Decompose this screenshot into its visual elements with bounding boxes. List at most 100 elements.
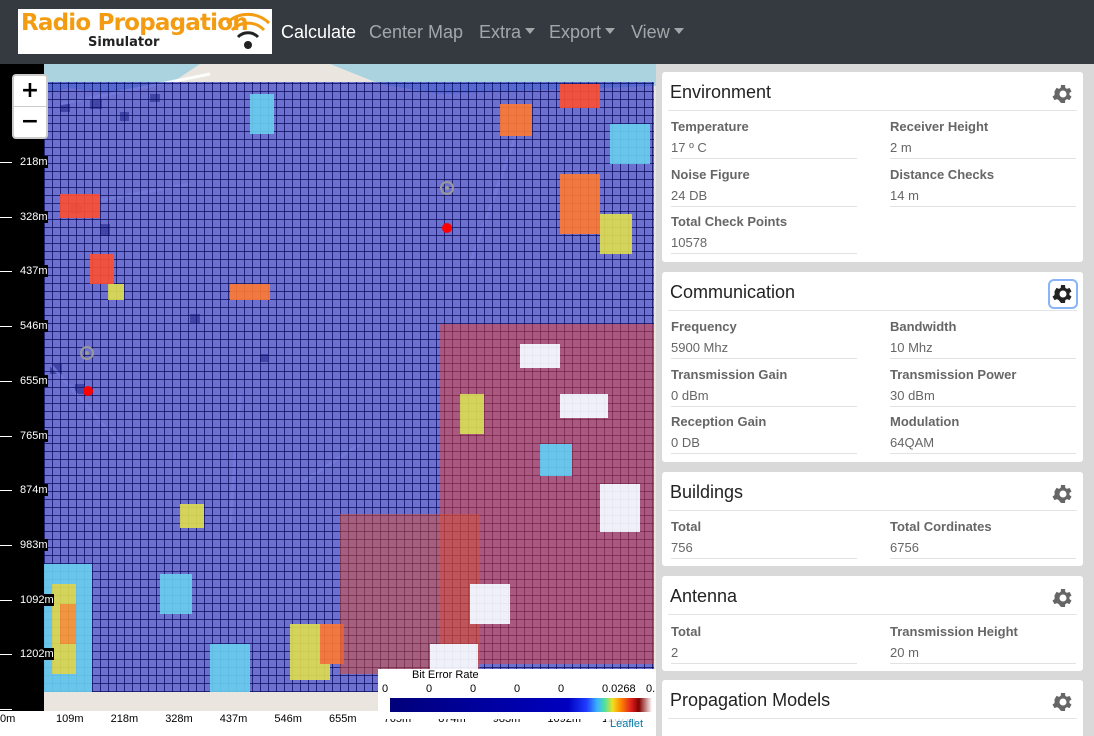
y-tick-line (0, 435, 12, 437)
nav-calculate[interactable]: Calculate (281, 22, 356, 43)
x-tick-label: 655m (329, 713, 357, 725)
legend-value: 0 (382, 683, 389, 695)
nav-view-dropdown[interactable]: View (631, 22, 684, 43)
transmission-gain-value: 0 dBm (671, 388, 709, 403)
environment-title: Environment (670, 82, 772, 102)
legend-color-scale (390, 698, 652, 712)
y-tick-label: 546m (20, 320, 48, 333)
field-underline (671, 253, 857, 254)
y-tick-line (0, 326, 12, 328)
temperature-value: 17 º C (671, 140, 707, 155)
caret-down-icon (673, 28, 684, 34)
communication-title: Communication (670, 282, 796, 302)
field-underline (890, 453, 1076, 454)
y-tick-line (0, 216, 12, 218)
antenna-title: Antenna (670, 586, 738, 606)
y-tick-label: 874m (20, 484, 48, 497)
buildings-total-label: Total (671, 519, 702, 534)
buildings-title: Buildings (670, 482, 744, 502)
temperature-label: Temperature (671, 119, 749, 134)
nav-view-label: View (631, 22, 670, 42)
nav-extra-dropdown[interactable]: Extra (479, 22, 536, 43)
gear-icon[interactable] (1051, 690, 1075, 714)
total-check-points-label: Total Check Points (671, 214, 788, 229)
transmission-height-value: 20 m (890, 645, 919, 660)
card-divider (668, 110, 1077, 111)
ber-legend: Bit Error Rate 0 0 0 0 0 0 0.0268 0. (378, 669, 656, 719)
caret-down-icon (525, 28, 536, 34)
y-tick-label: 655m (20, 374, 48, 387)
nav-extra-label: Extra (479, 22, 522, 42)
noise-figure-value: 24 DB (671, 188, 708, 203)
zoom-out-button[interactable]: − (14, 107, 46, 137)
brand-subtitle: Simulator (88, 35, 160, 50)
field-underline (890, 358, 1076, 359)
field-underline (671, 358, 857, 359)
transmission-power-label: Transmission Power (890, 367, 1017, 382)
transmission-power-value: 30 dBm (890, 388, 935, 403)
leaflet-attribution-link[interactable]: Leaflet (606, 718, 648, 730)
reception-gain-value: 0 DB (671, 435, 700, 450)
brand-logo[interactable]: Radio Propagation Simulator (18, 9, 272, 54)
buildings-card: Buildings Total 756 Total Cordinates 675… (662, 472, 1083, 566)
navbar: Radio Propagation Simulator Calculate Ce… (0, 0, 1094, 64)
antenna-icon[interactable] (440, 181, 454, 233)
x-tick-label: 546m (274, 713, 302, 725)
card-divider (668, 310, 1077, 311)
legend-value: 0 (558, 683, 565, 695)
propagation-models-card: Propagation Models (662, 680, 1083, 736)
brand-title: Radio Propagation (21, 10, 249, 36)
x-tick-label: 437m (219, 713, 248, 725)
communication-card: Communication Frequency 5900 Mhz Bandwid… (662, 272, 1083, 462)
legend-value: 0.0268 (602, 683, 636, 695)
antenna-icon[interactable] (80, 346, 94, 396)
legend-value: 0 (470, 683, 477, 695)
legend-value: 0 (426, 683, 433, 695)
y-tick-label: 983m (20, 538, 48, 551)
field-underline (890, 158, 1076, 159)
legend-value: 0 (514, 683, 521, 695)
environment-card: Environment Temperature 17 º C Receiver … (662, 72, 1083, 262)
transmission-gain-label: Transmission Gain (671, 367, 788, 382)
field-underline (671, 663, 857, 664)
y-tick-label: 765m (20, 429, 48, 442)
noise-figure-label: Noise Figure (671, 167, 750, 182)
legend-value: 0. (646, 683, 656, 695)
y-tick-label: 437m (20, 265, 48, 278)
caret-down-icon (605, 28, 616, 34)
card-divider (668, 718, 1077, 719)
field-underline (890, 206, 1076, 207)
frequency-label: Frequency (671, 319, 737, 334)
gear-icon[interactable] (1051, 82, 1075, 106)
zoom-in-button[interactable]: + (14, 76, 46, 107)
distance-checks-value: 14 m (890, 188, 919, 203)
signal-heatmap (44, 84, 654, 692)
gear-icon[interactable] (1051, 586, 1075, 610)
nav-center-map[interactable]: Center Map (369, 22, 463, 43)
y-tick-label: 328m (20, 210, 48, 223)
gear-icon[interactable] (1048, 279, 1078, 309)
total-coordinates-label: Total Cordinates (890, 519, 992, 534)
modulation-value: 64QAM (890, 435, 935, 450)
x-tick-label: 0m (0, 713, 16, 725)
nav-export-dropdown[interactable]: Export (549, 22, 616, 43)
y-tick-line (0, 709, 12, 710)
field-underline (671, 453, 857, 454)
y-tick-line (0, 271, 12, 273)
x-tick-label: 218m (110, 713, 139, 725)
y-tick-label: 1202m (20, 648, 54, 661)
propagation-models-title: Propagation Models (670, 690, 831, 710)
y-tick-line (0, 380, 12, 382)
x-tick-label: 109m (56, 713, 84, 725)
antenna-total-value: 2 (671, 645, 679, 660)
transmission-height-label: Transmission Height (890, 624, 1018, 639)
receiver-height-value: 2 m (890, 140, 912, 155)
nav-export-label: Export (549, 22, 602, 42)
y-tick-label: 218m (20, 156, 48, 168)
map[interactable]: 218m 328m 437m 546m 655m 765m 874m 983m 1092m 120… (0, 64, 656, 736)
total-coordinates-value: 6756 (890, 540, 919, 555)
modulation-label: Modulation (890, 414, 960, 429)
gear-icon[interactable] (1051, 482, 1075, 506)
legend-title: Bit Error Rate (412, 669, 479, 681)
frequency-value: 5900 Mhz (671, 340, 729, 355)
